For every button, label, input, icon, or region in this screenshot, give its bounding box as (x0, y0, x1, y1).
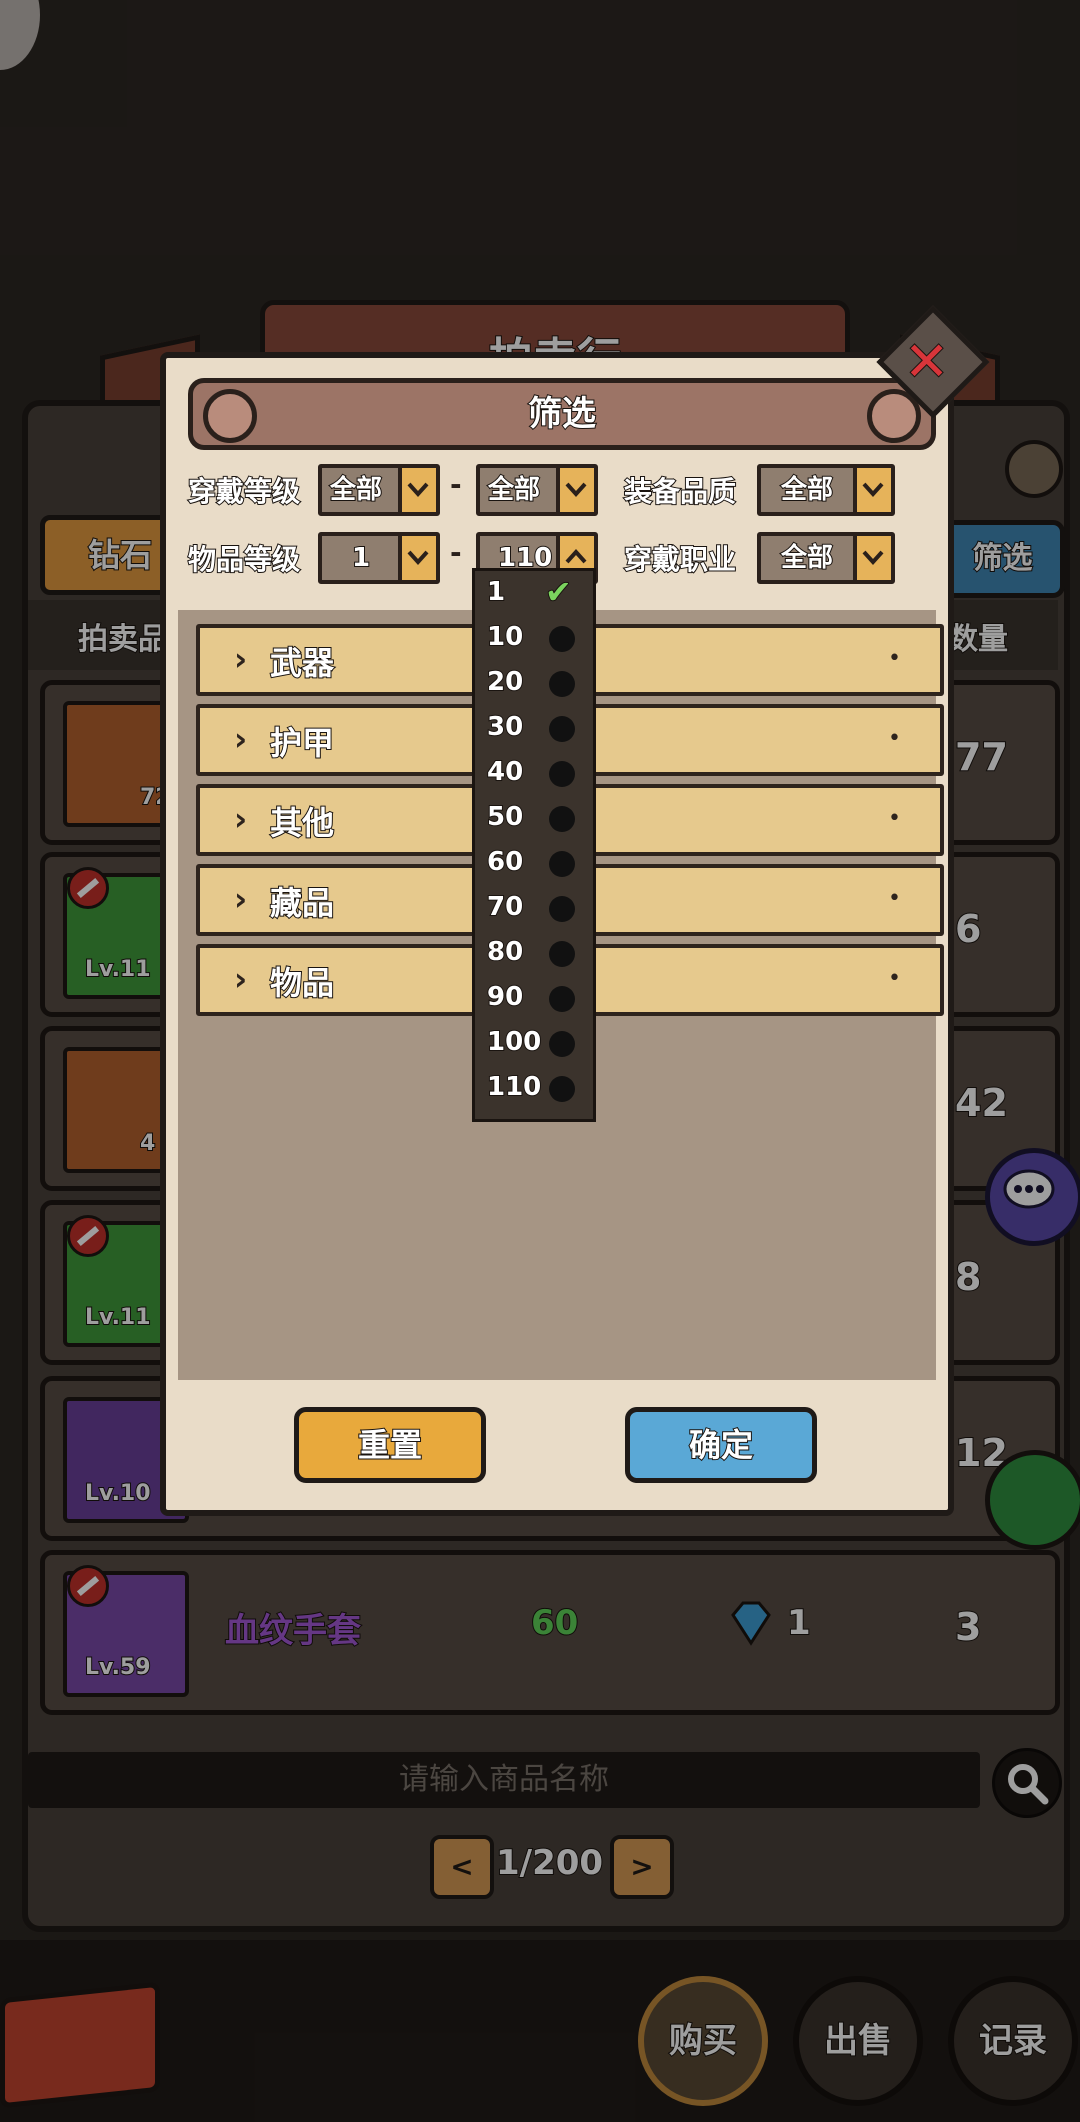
dot-icon: • (888, 966, 901, 991)
quality-label: 装备品质 (623, 474, 737, 509)
reset-button[interactable]: 重置 (294, 1407, 486, 1483)
chevron-right-icon: › (234, 640, 248, 678)
select-value: 全部 (329, 474, 383, 506)
select-value: 全部 (780, 474, 834, 506)
option-label: 60 (486, 846, 524, 878)
dialog-title-banner: 筛选 (188, 378, 936, 450)
level-option[interactable]: 110 (475, 1066, 593, 1111)
radio-dot-icon (549, 896, 575, 922)
option-label: 1 (486, 576, 506, 608)
dot-icon: • (888, 886, 901, 911)
level-option[interactable]: 30 (475, 706, 593, 751)
category-label: 武器 (269, 643, 335, 683)
class-select[interactable]: 全部 (757, 532, 895, 584)
radio-dot-icon (549, 986, 575, 1012)
option-label: 100 (486, 1026, 542, 1058)
radio-dot-icon (549, 671, 575, 697)
level-option[interactable]: 1 ✔ (475, 571, 593, 616)
wear-level-label: 穿戴等级 (187, 474, 301, 509)
close-icon[interactable]: ✕ (903, 329, 950, 394)
reset-label: 重置 (357, 1425, 423, 1465)
radio-dot-icon (549, 806, 575, 832)
select-value: 1 (351, 542, 371, 574)
chevron-down-icon (853, 468, 891, 512)
radio-dot-icon (549, 761, 575, 787)
level-option[interactable]: 80 (475, 931, 593, 976)
quality-select[interactable]: 全部 (757, 464, 895, 516)
level-option[interactable]: 10 (475, 616, 593, 661)
dialog-title: 筛选 (527, 393, 597, 435)
confirm-label: 确定 (688, 1425, 754, 1465)
option-label: 90 (486, 981, 524, 1013)
level-option[interactable]: 100 (475, 1021, 593, 1066)
option-label: 80 (486, 936, 524, 968)
level-option[interactable]: 70 (475, 886, 593, 931)
chevron-right-icon: › (234, 960, 248, 998)
option-label: 30 (486, 711, 524, 743)
item-level-min-select[interactable]: 1 (318, 532, 440, 584)
select-value: 全部 (780, 542, 834, 574)
option-label: 50 (486, 801, 524, 833)
curl-ornament-icon (203, 389, 257, 443)
option-label: 10 (486, 621, 524, 653)
item-level-label: 物品等级 (187, 542, 301, 577)
check-icon: ✔ (544, 572, 573, 612)
category-label: 藏品 (269, 883, 335, 923)
level-option[interactable]: 40 (475, 751, 593, 796)
item-level-dropdown-list: 1 ✔ 10 20 30 40 50 60 70 80 90 100 110 (472, 568, 596, 1122)
level-option[interactable]: 20 (475, 661, 593, 706)
dot-icon: • (888, 806, 901, 831)
radio-dot-icon (549, 1031, 575, 1057)
chevron-down-icon (556, 468, 594, 512)
option-label: 20 (486, 666, 524, 698)
radio-dot-icon (549, 1076, 575, 1102)
option-label: 110 (486, 1071, 542, 1103)
select-value: 全部 (487, 474, 541, 506)
chevron-right-icon: › (234, 720, 248, 758)
category-label: 护甲 (269, 723, 335, 763)
dot-icon: • (888, 646, 901, 671)
category-label: 物品 (269, 963, 335, 1003)
category-label: 其他 (269, 803, 335, 843)
level-option[interactable]: 50 (475, 796, 593, 841)
confirm-button[interactable]: 确定 (625, 1407, 817, 1483)
range-dash: - (450, 468, 462, 501)
class-label: 穿戴职业 (623, 542, 737, 577)
dot-icon: • (888, 726, 901, 751)
wear-level-max-select[interactable]: 全部 (476, 464, 598, 516)
chevron-right-icon: › (234, 800, 248, 838)
range-dash: - (450, 536, 462, 569)
level-option[interactable]: 60 (475, 841, 593, 886)
chevron-down-icon (398, 536, 436, 580)
wear-level-min-select[interactable]: 全部 (318, 464, 440, 516)
level-option[interactable]: 90 (475, 976, 593, 1021)
chevron-down-icon (853, 536, 891, 580)
chevron-down-icon (398, 468, 436, 512)
radio-dot-icon (549, 626, 575, 652)
radio-dot-icon (549, 716, 575, 742)
radio-dot-icon (549, 941, 575, 967)
chevron-right-icon: › (234, 880, 248, 918)
radio-dot-icon (549, 851, 575, 877)
option-label: 70 (486, 891, 524, 923)
option-label: 40 (486, 756, 524, 788)
